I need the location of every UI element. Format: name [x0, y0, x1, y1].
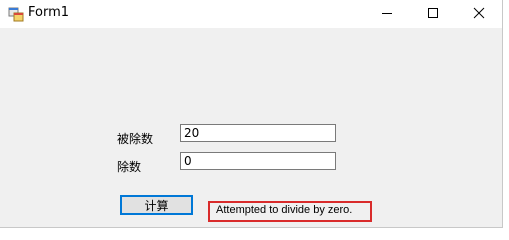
result-label: Attempted to divide by zero.	[216, 204, 353, 216]
minimize-icon	[382, 13, 392, 14]
maximize-button[interactable]	[410, 0, 456, 26]
divisor-input[interactable]: 0	[180, 152, 336, 170]
close-button[interactable]	[456, 0, 502, 26]
window-title: Form1	[28, 5, 70, 20]
title-bar[interactable]: Form1	[0, 0, 502, 28]
form-app-icon	[8, 7, 24, 22]
form-window: Form1 被除数 20 除数 0 计算 Attempted to divide…	[0, 0, 503, 228]
calculate-button[interactable]: 计算	[120, 195, 193, 215]
divisor-label: 除数	[117, 160, 142, 174]
close-icon	[473, 7, 485, 19]
maximize-icon	[428, 8, 438, 18]
minimize-button[interactable]	[364, 0, 410, 26]
dividend-input[interactable]: 20	[180, 124, 336, 142]
dividend-label: 被除数	[117, 132, 154, 146]
